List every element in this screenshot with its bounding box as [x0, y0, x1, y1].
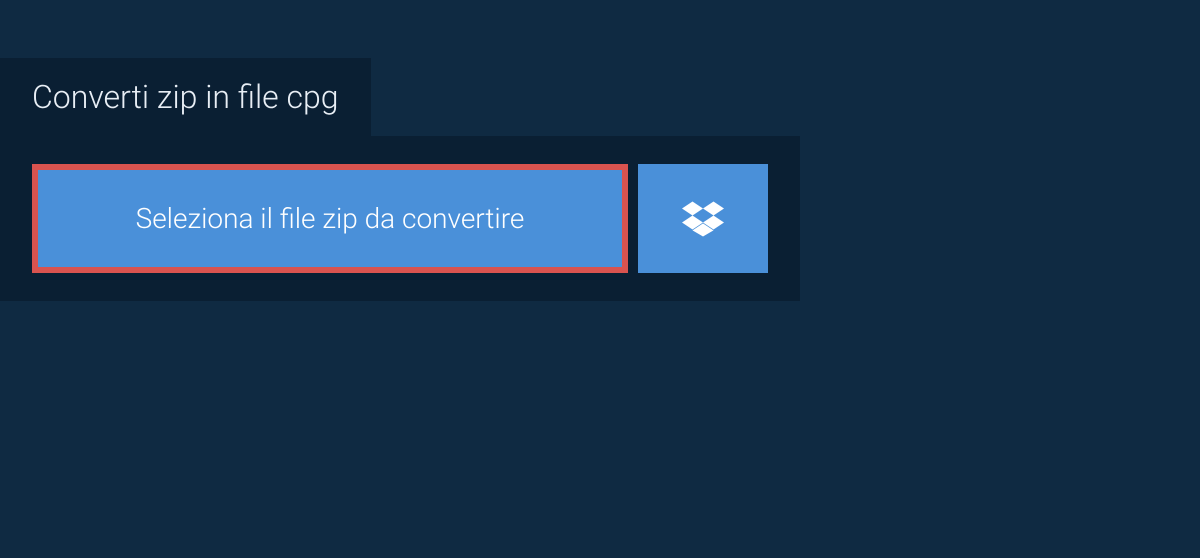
tab-bar: Converti zip in file cpg [0, 58, 1200, 136]
content-panel: Seleziona il file zip da convertire [0, 136, 800, 301]
dropbox-button[interactable] [638, 164, 768, 273]
select-file-button[interactable]: Seleziona il file zip da convertire [32, 164, 628, 273]
tab-title: Converti zip in file cpg [32, 78, 339, 116]
tab-convert[interactable]: Converti zip in file cpg [0, 58, 371, 136]
button-row: Seleziona il file zip da convertire [32, 164, 768, 273]
dropbox-icon [682, 198, 724, 240]
select-file-label: Seleziona il file zip da convertire [136, 202, 525, 235]
